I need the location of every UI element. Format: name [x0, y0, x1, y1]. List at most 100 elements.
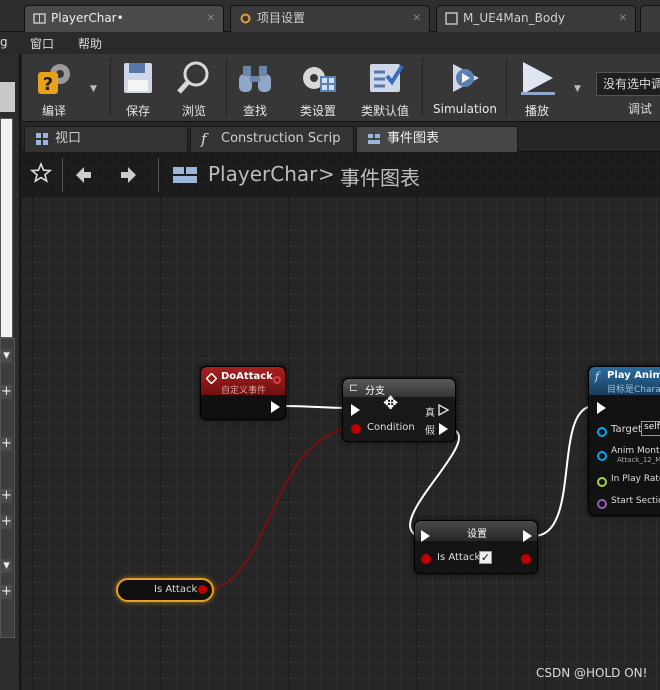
close-tab-icon[interactable]: ✕	[619, 6, 627, 31]
node-subtitle: 目标是Chara	[607, 385, 660, 395]
event-icon	[206, 373, 217, 384]
favorite-star-icon[interactable]	[30, 162, 52, 184]
document-tab-strip: PlayerChar• ✕ 项目设置 ✕ M_UE4Man_Body ✕	[0, 0, 660, 32]
expand-arrow-icon[interactable]: ▾	[1, 559, 12, 573]
editor-subtabs: 视口 f Construction Scrip 事件图表	[22, 122, 660, 152]
debug-object-select[interactable]: 没有选中调	[596, 72, 660, 96]
start-section-pin[interactable]	[597, 499, 607, 509]
blueprint-tab-icon	[33, 13, 46, 24]
class-defaults-label: 类默认值	[360, 104, 409, 118]
is-attack-in-pin[interactable]	[421, 554, 431, 564]
back-arrow-icon[interactable]	[72, 164, 94, 186]
play-rate-pin[interactable]	[597, 477, 607, 487]
toolbar-divider	[226, 58, 227, 116]
tab-label: 项目设置	[257, 11, 306, 25]
menu-item-edit[interactable]: g	[0, 35, 8, 49]
play-rate-label: In Play Rate	[611, 474, 660, 484]
condition-pin[interactable]	[351, 424, 361, 434]
component-list[interactable]	[0, 118, 13, 338]
viewport-icon	[36, 133, 48, 145]
tab-modified-marker: •	[116, 11, 124, 25]
simulation-button[interactable]: Simulation	[426, 56, 504, 120]
save-button[interactable]: 保存	[114, 56, 162, 120]
tab-label: Construction Scrip	[221, 131, 341, 146]
play-anim-montage-node[interactable]: f Play Anim M 目标是Chara Target self Anim …	[588, 366, 660, 516]
tab-label: M_UE4Man_Body	[463, 11, 565, 25]
node-header	[343, 379, 455, 397]
svg-text:?: ?	[43, 74, 53, 95]
compile-dropdown-icon[interactable]: ▼	[90, 84, 97, 94]
true-exec-pin[interactable]	[438, 404, 449, 416]
add-graph-button[interactable]: +	[1, 385, 12, 399]
tab-construction-script[interactable]: f Construction Scrip	[190, 126, 354, 152]
anim-montage-pin[interactable]	[597, 451, 607, 461]
compile-button[interactable]: ? 编译	[28, 56, 80, 120]
is-attack-checkbox[interactable]: ✓	[479, 551, 492, 564]
false-exec-pin[interactable]	[439, 423, 448, 435]
menu-item-window[interactable]: 窗口	[30, 35, 54, 52]
tab-label: 视口	[55, 131, 82, 146]
watermark: CSDN @HOLD ON!	[536, 666, 648, 680]
is-attack-out-pin[interactable]	[521, 554, 531, 564]
branch-icon: ⊏	[349, 381, 359, 394]
is-attack-variable-node[interactable]: Is Attack	[116, 578, 214, 602]
tab-playerchar[interactable]: PlayerChar• ✕	[24, 5, 224, 32]
collapse-arrow-icon[interactable]: ▾	[1, 349, 12, 363]
tab-material[interactable]: M_UE4Man_Body ✕	[436, 5, 636, 32]
node-title: 分支	[365, 386, 385, 397]
node-title: 设置	[467, 529, 487, 540]
tab-label: 事件图表	[387, 131, 440, 146]
tab-viewport[interactable]: 视口	[24, 126, 188, 152]
exec-out-pin[interactable]	[523, 530, 532, 542]
breadcrumb-root[interactable]: PlayerChar	[208, 162, 317, 186]
find-icon	[239, 66, 271, 92]
browse-button[interactable]: 浏览	[168, 56, 220, 120]
find-button[interactable]: 查找	[230, 56, 280, 120]
set-is-attack-node[interactable]: 设置 Is Attack ✓	[414, 520, 538, 574]
exec-out-pin[interactable]	[271, 401, 280, 413]
exec-in-pin[interactable]	[421, 530, 430, 542]
settings-tab-icon	[240, 13, 251, 24]
doattack-event-node[interactable]: DoAttack 自定义事件	[200, 366, 286, 420]
forward-arrow-icon[interactable]	[118, 164, 140, 186]
nav-divider	[62, 158, 63, 192]
add-macro-button[interactable]: +	[1, 489, 12, 503]
node-subtitle: 自定义事件	[221, 386, 267, 396]
play-dropdown-icon[interactable]: ▼	[574, 84, 581, 94]
save-label: 保存	[125, 104, 150, 118]
search-icon[interactable]	[0, 82, 15, 112]
play-label: 播放	[524, 104, 549, 118]
target-pin[interactable]	[597, 427, 607, 437]
anim-montage-label: Anim Monta	[611, 446, 660, 456]
browse-icon	[177, 61, 209, 94]
delegate-pin[interactable]	[273, 376, 281, 384]
exec-in-pin[interactable]	[597, 402, 606, 414]
add-dispatcher-button[interactable]: +	[1, 585, 12, 599]
class-defaults-button[interactable]: 类默认值	[352, 56, 418, 120]
play-icon	[521, 62, 555, 95]
my-blueprint-panel: ▾ + + + + ▾ +	[0, 338, 15, 638]
is-attack-out-pin[interactable]	[198, 585, 207, 594]
exec-in-pin[interactable]	[351, 404, 360, 416]
start-section-label: Start Section	[611, 496, 660, 506]
target-value[interactable]: self	[641, 421, 660, 436]
event-graph-canvas[interactable]: PlayerChar > 事件图表 DoAttack 自定义事件 ⊏ 分支 真 …	[22, 152, 660, 690]
add-function-button[interactable]: +	[1, 437, 12, 451]
nav-divider	[158, 158, 159, 192]
compile-label: 编译	[41, 104, 66, 118]
tab-event-graph[interactable]: 事件图表	[356, 126, 518, 152]
anim-montage-value[interactable]: Attack_12_M	[617, 456, 660, 464]
menu-item-help[interactable]: 帮助	[78, 35, 102, 52]
toolbar-divider	[506, 58, 507, 116]
tab-overflow[interactable]	[640, 5, 660, 32]
play-button[interactable]: 播放	[510, 56, 564, 120]
close-tab-icon[interactable]: ✕	[413, 6, 421, 31]
add-variable-button[interactable]: +	[1, 515, 12, 529]
debug-filter-label: 调试	[628, 102, 653, 116]
branch-node[interactable]: ⊏ 分支 真 Condition 假 ✥	[342, 378, 456, 442]
close-tab-icon[interactable]: ✕	[207, 6, 215, 31]
event-graph-icon	[368, 134, 380, 144]
tab-project-settings[interactable]: 项目设置 ✕	[230, 5, 430, 32]
class-settings-button[interactable]: 类设置	[288, 56, 348, 120]
function-icon: f	[201, 130, 207, 148]
